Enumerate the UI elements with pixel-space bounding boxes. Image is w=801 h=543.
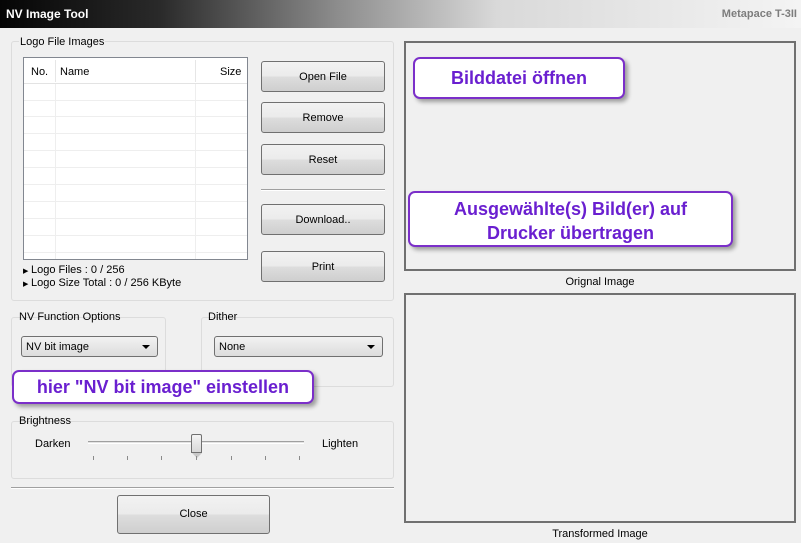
title-bar: NV Image Tool Metapace T-3II — [0, 0, 801, 28]
remove-button[interactable]: Remove — [261, 102, 385, 133]
footer-divider — [11, 487, 394, 489]
nv-function-select[interactable]: NV bit image — [21, 336, 158, 357]
logo-size-text: Logo Size Total : 0 / 256 KByte — [31, 277, 182, 289]
brightness-group — [11, 421, 394, 479]
column-size[interactable]: Size — [220, 66, 241, 78]
close-button[interactable]: Close — [117, 495, 270, 534]
list-header: No. Name Size — [24, 58, 247, 84]
column-no[interactable]: No. — [31, 66, 48, 78]
dither-label: Dither — [208, 311, 238, 323]
nv-function-value: NV bit image — [26, 341, 89, 353]
expand-arrow-icon: ▶ — [23, 281, 29, 288]
open-file-button[interactable]: Open File — [261, 61, 385, 92]
column-name[interactable]: Name — [60, 66, 89, 78]
window-title: NV Image Tool — [6, 7, 89, 21]
open-file-callout-text: Bilddatei öffnen — [451, 68, 587, 88]
original-image-caption: Orignal Image — [565, 276, 635, 288]
brightness-label: Brightness — [19, 415, 71, 427]
transformed-image-caption: Transformed Image — [552, 528, 648, 540]
nv-bit-image-callout: hier "NV bit image" einstellen — [12, 370, 314, 404]
button-divider — [261, 189, 385, 191]
logo-size-total: ▶ Logo Size Total : 0 / 256 KByte — [23, 277, 181, 289]
dither-value: None — [219, 341, 246, 353]
download-button[interactable]: Download.. — [261, 204, 385, 235]
nv-function-options-label: NV Function Options — [19, 311, 121, 323]
download-callout-line2: Drucker übertragen — [486, 223, 655, 243]
logo-files-count: ▶ Logo Files : 0 / 256 — [23, 264, 125, 276]
printer-model-label: Metapace T-3II — [721, 8, 797, 20]
dither-select[interactable]: None — [214, 336, 383, 357]
nv-bit-image-callout-text: hier "NV bit image" einstellen — [36, 377, 290, 397]
logo-file-images-label: Logo File Images — [19, 36, 106, 48]
expand-arrow-icon: ▶ — [23, 268, 29, 275]
brightness-slider-thumb[interactable] — [191, 434, 202, 458]
chevron-down-icon — [367, 345, 375, 349]
logo-files-text: Logo Files : 0 / 256 — [31, 264, 125, 276]
transformed-image-preview — [404, 293, 796, 523]
download-callout-line1: Ausgewählte(s) Bild(er) auf — [453, 199, 688, 219]
chevron-down-icon — [142, 345, 150, 349]
darken-label: Darken — [35, 438, 71, 450]
reset-button[interactable]: Reset — [261, 144, 385, 175]
lighten-label: Lighten — [322, 438, 359, 450]
logo-file-list[interactable]: No. Name Size — [23, 57, 248, 260]
open-file-callout: Bilddatei öffnen — [413, 57, 625, 99]
print-button[interactable]: Print — [261, 251, 385, 282]
download-callout: Ausgewählte(s) Bild(er) auf Drucker über… — [408, 191, 733, 247]
